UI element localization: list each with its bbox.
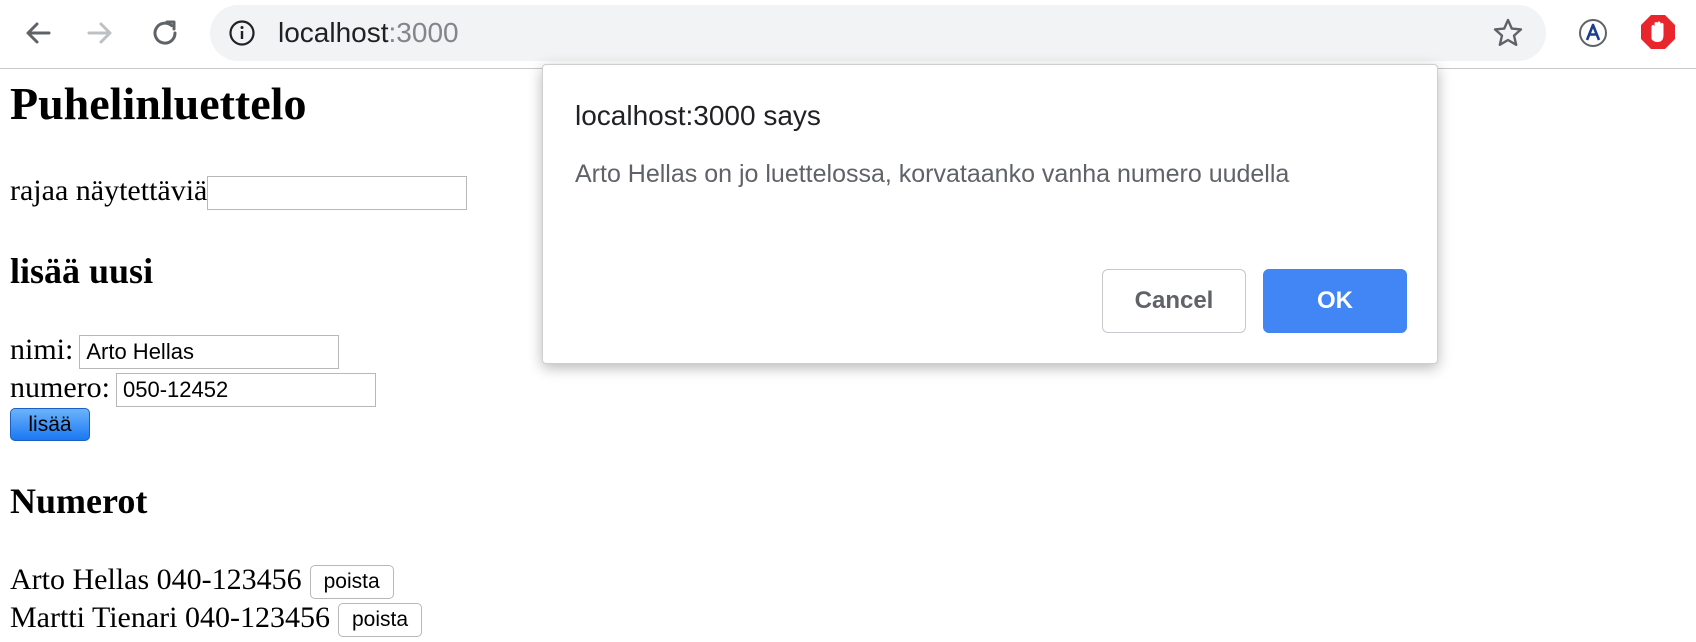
- star-icon[interactable]: [1492, 17, 1524, 49]
- url-text: localhost:3000: [278, 18, 459, 48]
- name-row: nimi:: [10, 332, 340, 370]
- filter-row: rajaa näytettäviä: [10, 173, 468, 211]
- delete-button[interactable]: poista: [338, 603, 423, 638]
- back-arrow-icon[interactable]: [18, 13, 58, 53]
- delete-button[interactable]: poista: [309, 565, 394, 600]
- name-input[interactable]: [79, 335, 340, 370]
- translate-extension-icon[interactable]: [1576, 16, 1610, 50]
- number-row: numero:: [10, 370, 376, 408]
- list-item: Martti Tienari 040-123456 poista: [10, 600, 423, 638]
- numbers-section-title: Numerot: [10, 481, 148, 521]
- add-section-title: lisää uusi: [10, 251, 154, 291]
- number-label: numero:: [10, 371, 110, 404]
- ok-button[interactable]: OK: [1263, 269, 1407, 333]
- add-button[interactable]: lisää: [10, 408, 90, 441]
- entry-text: Arto Hellas 040-123456: [10, 563, 302, 596]
- filter-input[interactable]: [207, 176, 468, 211]
- dialog-title: localhost:3000 says: [575, 100, 821, 131]
- adblock-extension-icon[interactable]: [1639, 13, 1677, 51]
- address-bar[interactable]: localhost:3000: [210, 5, 1546, 61]
- page-title: Puhelinluettelo: [10, 78, 307, 129]
- reload-icon[interactable]: [145, 13, 185, 53]
- url-host: localhost: [278, 17, 389, 48]
- cancel-button[interactable]: Cancel: [1102, 269, 1246, 333]
- name-label: nimi:: [10, 333, 74, 366]
- number-input[interactable]: [115, 373, 376, 408]
- forward-arrow-icon[interactable]: [80, 13, 120, 53]
- url-port: :3000: [388, 17, 459, 48]
- alert-dialog: localhost:3000 says Arto Hellas on jo lu…: [542, 64, 1438, 364]
- browser-toolbar: localhost:3000: [0, 0, 1696, 69]
- dialog-message: Arto Hellas on jo luettelossa, korvataan…: [575, 160, 1290, 188]
- entry-text: Martti Tienari 040-123456: [10, 601, 330, 634]
- info-icon[interactable]: [228, 19, 256, 47]
- filter-label: rajaa näytettäviä: [10, 174, 208, 207]
- list-item: Arto Hellas 040-123456 poista: [10, 562, 394, 600]
